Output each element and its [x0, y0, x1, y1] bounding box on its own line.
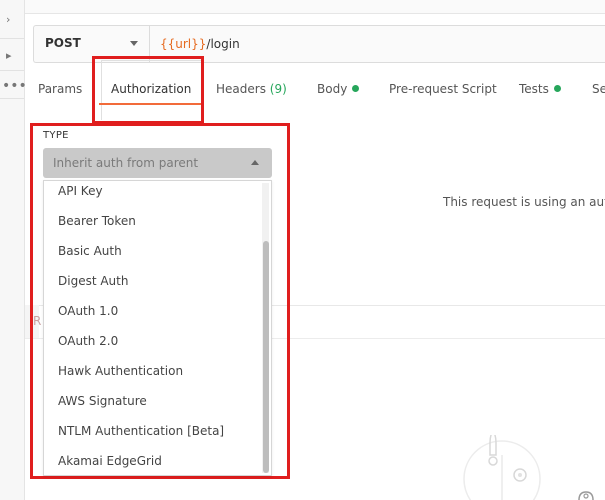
auth-type-select[interactable]: Inherit auth from parent [43, 148, 272, 178]
tab-tests[interactable]: Tests [519, 82, 561, 96]
annotation-highlight-tab [92, 56, 204, 124]
auth-info-message: This request is using an autho [443, 195, 605, 209]
auth-option-basic-auth[interactable]: Basic Auth [58, 244, 122, 258]
auth-option-digest-auth[interactable]: Digest Auth [58, 274, 128, 288]
auth-option-api-key[interactable]: API Key [58, 184, 103, 198]
tab-pre-request-script[interactable]: Pre-request Script [389, 82, 497, 96]
rocket-illustration-icon [463, 435, 541, 500]
url-variable: {{url}} [160, 37, 207, 51]
auth-type-dropdown: API Key Bearer Token Basic Auth Digest A… [43, 180, 272, 476]
body-status-dot-icon [352, 85, 360, 92]
tab-params[interactable]: Params [38, 82, 82, 96]
app-window: › ▸ ••• POST {{url}}/login Params Author… [0, 0, 605, 500]
chevron-up-icon [251, 160, 259, 165]
sidebar-divider [0, 98, 24, 99]
auth-option-hawk[interactable]: Hawk Authentication [58, 364, 183, 378]
tab-body-label: Body [317, 82, 348, 96]
url-input[interactable]: {{url}}/login [160, 37, 240, 51]
auth-option-oauth-1[interactable]: OAuth 1.0 [58, 304, 118, 318]
tab-headers[interactable]: Headers (9) [216, 82, 287, 96]
sidebar-divider [0, 38, 24, 39]
auth-option-ntlm[interactable]: NTLM Authentication [Beta] [58, 424, 224, 438]
settings-icon[interactable] [577, 488, 595, 500]
sidebar-collapsed: › ▸ ••• [0, 0, 27, 500]
request-editor: POST {{url}}/login Params Authorization … [25, 0, 605, 500]
chevron-down-icon [130, 41, 138, 46]
auth-option-akamai-edgegrid[interactable]: Akamai EdgeGrid [58, 454, 162, 468]
sidebar-arrow-icon[interactable]: ▸ [6, 50, 12, 62]
more-options-icon[interactable]: ••• [2, 79, 27, 93]
tab-headers-label: Headers [216, 82, 266, 96]
method-label: POST [45, 36, 81, 50]
auth-option-aws-signature[interactable]: AWS Signature [58, 394, 147, 408]
auth-option-bearer-token[interactable]: Bearer Token [58, 214, 136, 228]
tab-body[interactable]: Body [317, 82, 360, 96]
tests-status-dot-icon [553, 85, 561, 92]
headers-count-badge: (9) [269, 82, 287, 96]
tab-settings[interactable]: Se [592, 82, 605, 96]
auth-type-selected: Inherit auth from parent [53, 156, 199, 170]
auth-option-oauth-2[interactable]: OAuth 2.0 [58, 334, 118, 348]
auth-type-label: TYPE [43, 130, 69, 141]
dropdown-scrollbar-thumb[interactable] [263, 241, 269, 473]
tab-strip [25, 0, 605, 14]
tab-tests-label: Tests [519, 82, 549, 96]
url-path: /login [206, 37, 240, 51]
sidebar-scroll-icon[interactable]: › [6, 14, 10, 26]
sidebar-divider [0, 70, 24, 71]
